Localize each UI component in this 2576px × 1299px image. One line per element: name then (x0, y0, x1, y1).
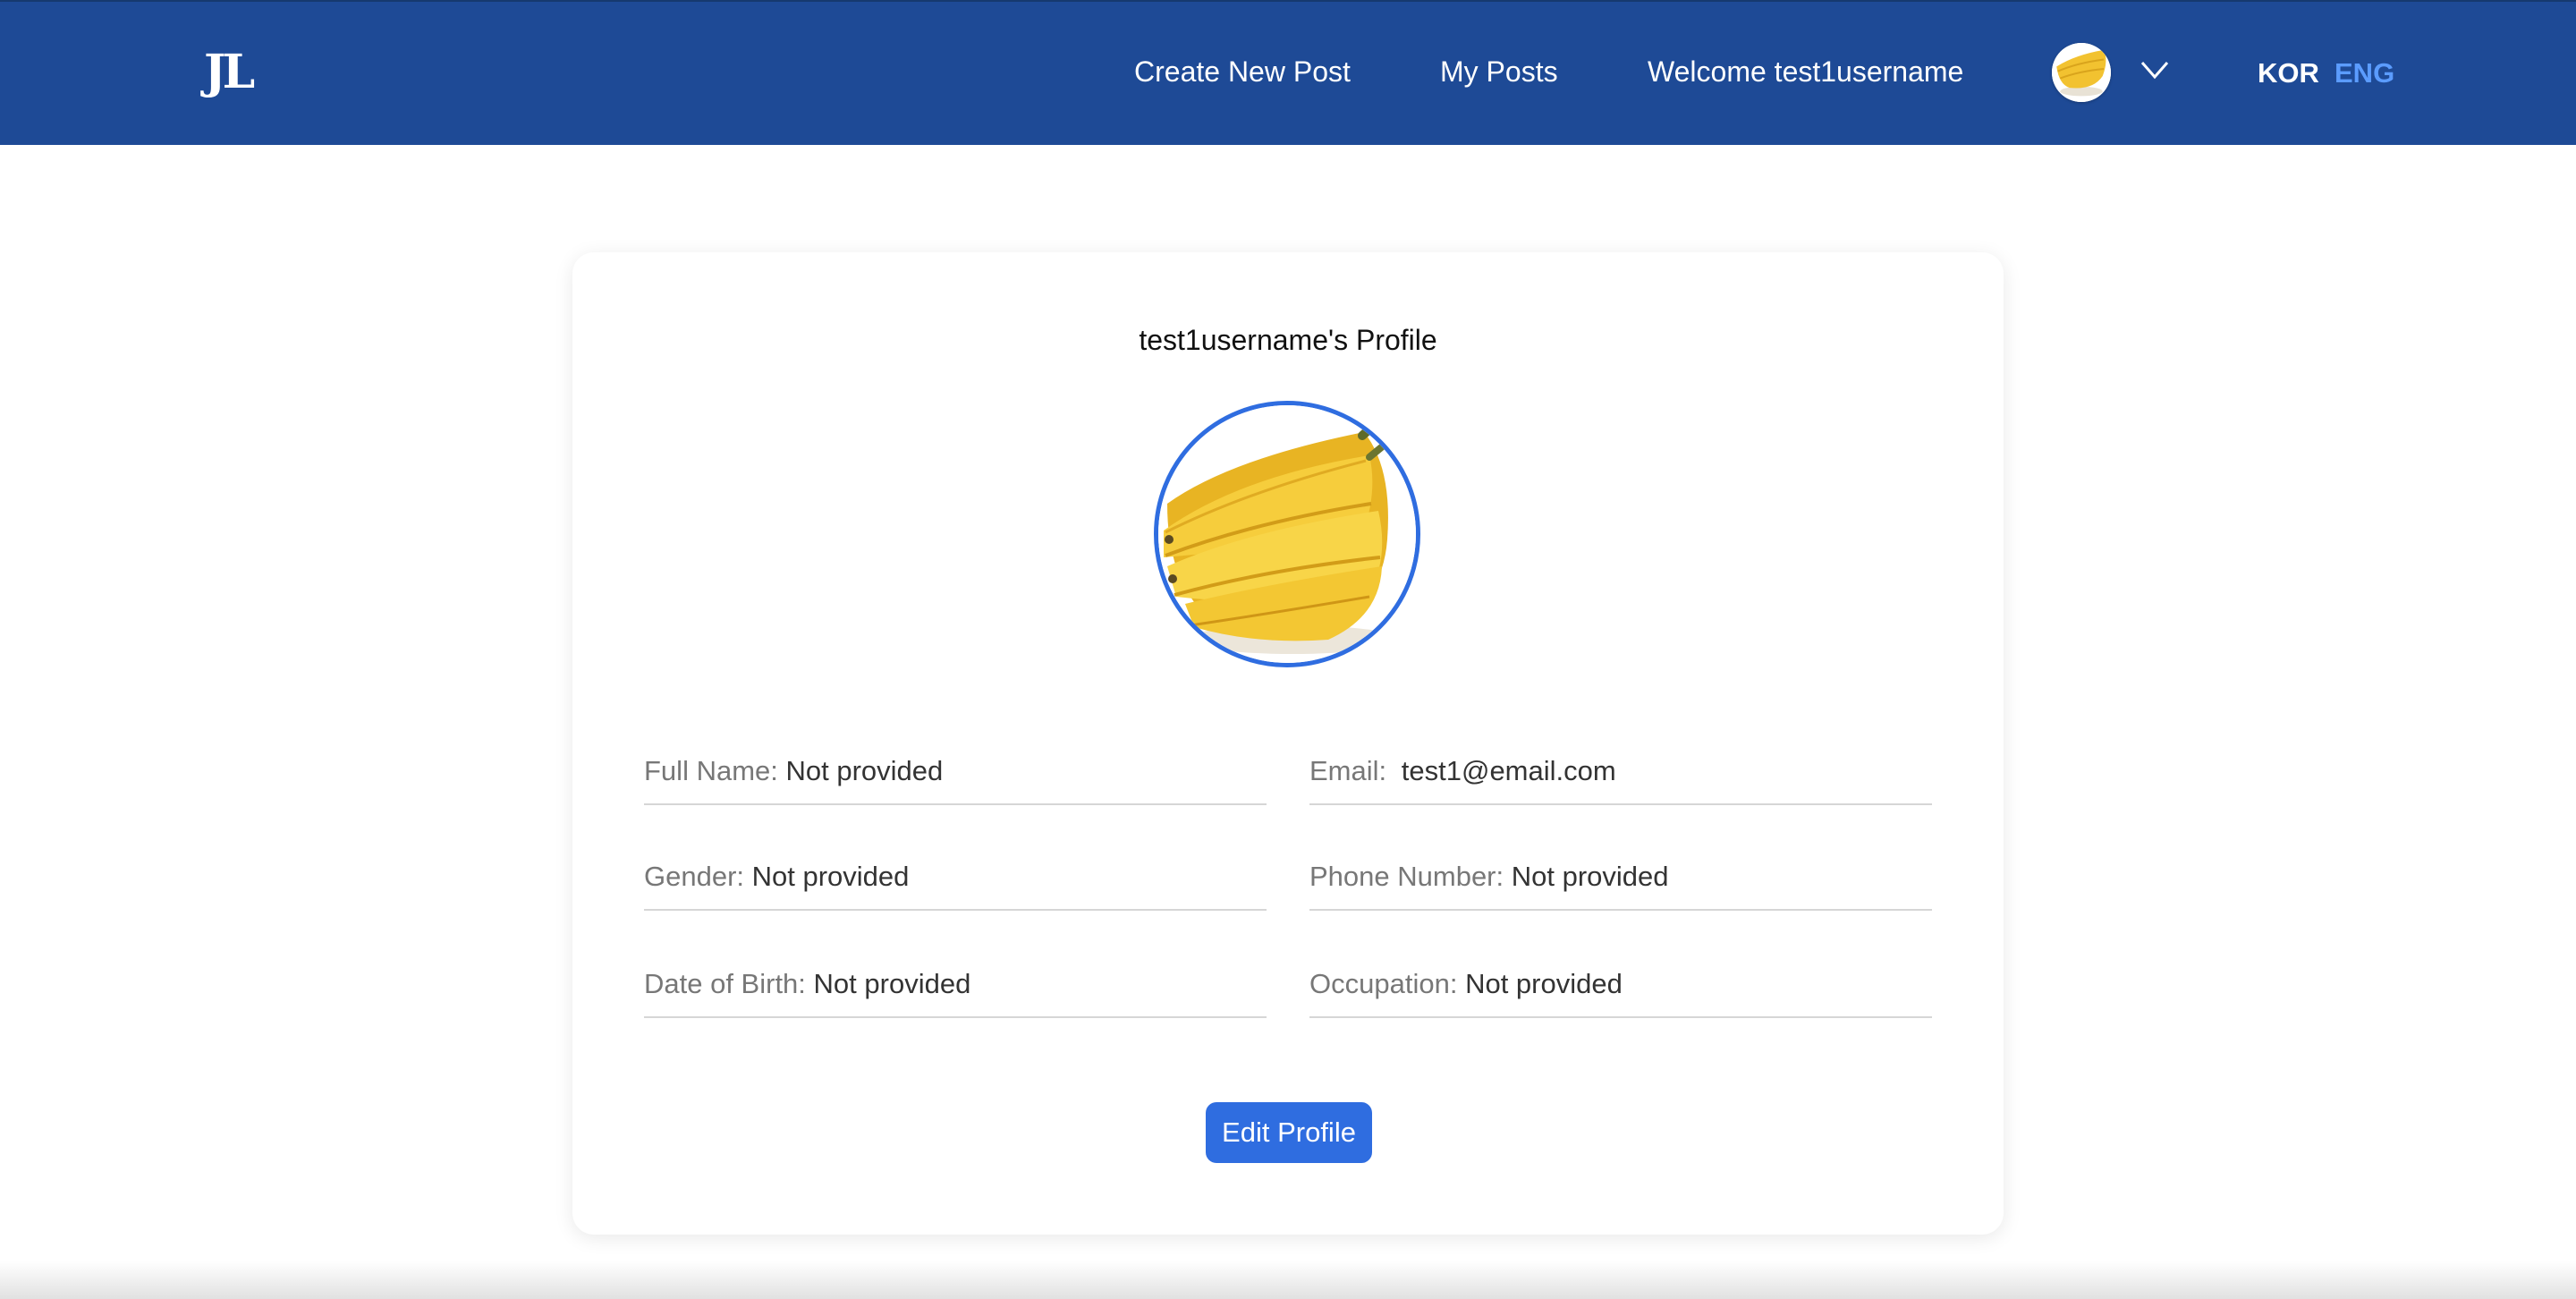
my-posts-link[interactable]: My Posts (1440, 55, 1558, 89)
phone-number-label: Phone Number: (1309, 861, 1504, 892)
bottom-shadow (0, 1261, 2576, 1299)
gender-value: Not provided (751, 861, 910, 892)
date-of-birth-field: Date of Birth: Not provided (644, 957, 1267, 1018)
profile-title: test1username's Profile (1139, 324, 1437, 356)
occupation-label: Occupation: (1309, 968, 1458, 999)
banana-avatar-icon (1154, 401, 1420, 667)
full-name-value: Not provided (785, 755, 944, 786)
full-name-label: Full Name: (644, 755, 778, 786)
occupation-value: Not provided (1465, 968, 1623, 999)
create-new-post-link[interactable]: Create New Post (1134, 55, 1351, 89)
date-of-birth-value: Not provided (813, 968, 971, 999)
top-navbar: JL Create New Post My Posts Welcome test… (0, 0, 2576, 145)
gender-field: Gender: Not provided (644, 850, 1267, 911)
email-value: test1@email.com (1401, 755, 1616, 786)
welcome-message: Welcome test1username (1648, 55, 1964, 88)
email-field: Email: test1@email.com (1309, 744, 1932, 805)
chevron-down-icon[interactable] (2140, 59, 2170, 81)
profile-card: test1username's Profile Full Name: Not p… (572, 252, 2004, 1235)
language-eng[interactable]: ENG (2334, 57, 2394, 89)
occupation-field: Occupation: Not provided (1309, 957, 1932, 1018)
full-name-field: Full Name: Not provided (644, 744, 1267, 805)
date-of-birth-label: Date of Birth: (644, 968, 806, 999)
email-label: Email: (1309, 755, 1387, 786)
site-logo[interactable]: JL (204, 45, 255, 99)
language-kor[interactable]: KOR (2258, 57, 2319, 89)
phone-number-value: Not provided (1511, 861, 1669, 892)
gender-label: Gender: (644, 861, 745, 892)
banana-avatar-icon[interactable] (2052, 43, 2111, 102)
edit-profile-button[interactable]: Edit Profile (1206, 1102, 1372, 1163)
phone-number-field: Phone Number: Not provided (1309, 850, 1932, 911)
